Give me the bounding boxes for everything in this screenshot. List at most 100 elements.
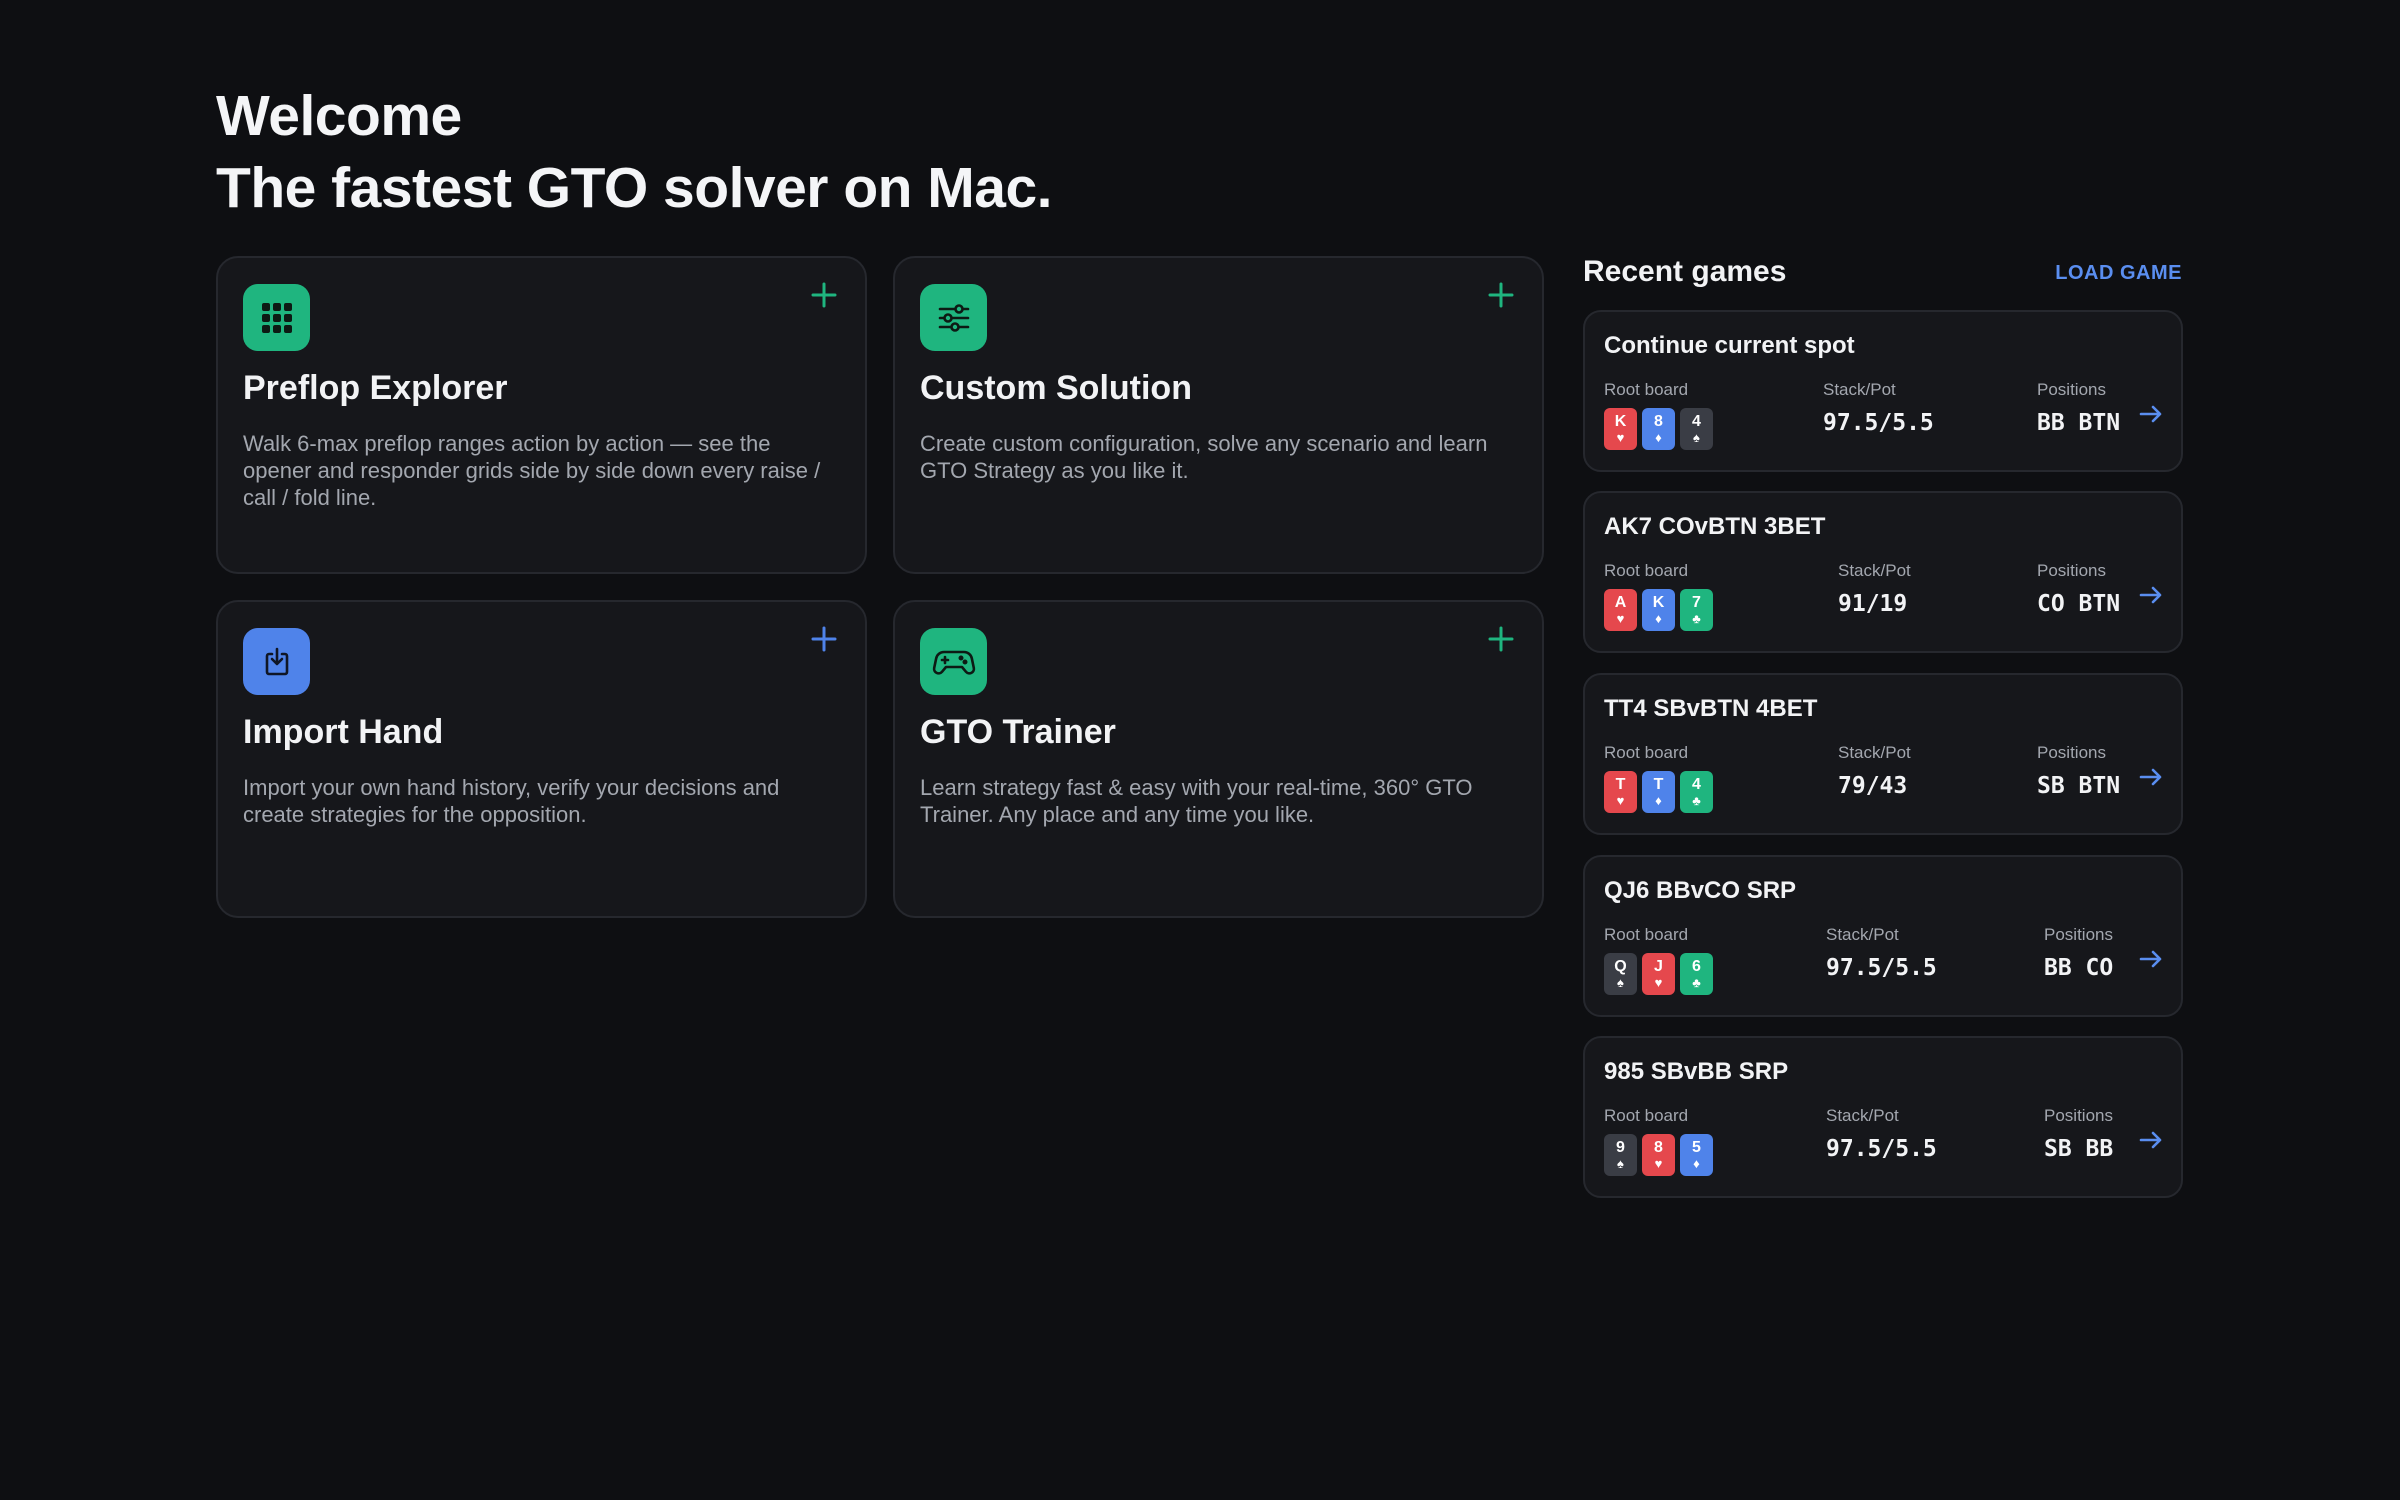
playing-card: 9 ♠ <box>1604 1134 1637 1176</box>
load-game-link[interactable]: LOAD GAME <box>2055 262 2182 285</box>
positions-value: SB BB <box>2044 1136 2114 1162</box>
positions-label: Positions <box>2044 1106 2113 1125</box>
positions-value: CO BTN <box>2037 591 2121 617</box>
playing-card: 7 ♣ <box>1680 589 1713 631</box>
game-title: TT4 SBvBTN 4BET <box>1604 695 1818 722</box>
board-cards: Q ♠ J ♥ 6 ♣ <box>1604 953 1713 995</box>
welcome-title: Welcome <box>216 84 462 148</box>
card-title: GTO Trainer <box>920 713 1116 751</box>
club-icon: ♣ <box>1692 975 1701 990</box>
card-description: Walk 6-max preflop ranges action by acti… <box>243 431 821 510</box>
import-hand-card[interactable]: Import Hand Import your own hand history… <box>216 600 867 918</box>
stack-pot-label: Stack/Pot <box>1826 925 1899 944</box>
arrow-right-icon[interactable] <box>2137 763 2165 791</box>
stack-pot-label: Stack/Pot <box>1823 380 1896 399</box>
playing-card: 4 ♣ <box>1680 771 1713 813</box>
stack-pot-value: 91/19 <box>1838 591 1908 617</box>
preflop-explorer-card[interactable]: Preflop Explorer Walk 6-max preflop rang… <box>216 256 867 574</box>
stack-pot-label: Stack/Pot <box>1838 561 1911 580</box>
arrow-right-icon[interactable] <box>2137 400 2165 428</box>
plus-icon[interactable] <box>809 624 839 654</box>
positions-label: Positions <box>2037 380 2106 399</box>
playing-card: 6 ♣ <box>1680 953 1713 995</box>
club-icon: ♣ <box>1692 611 1701 626</box>
stack-pot-value: 97.5/5.5 <box>1823 410 1934 436</box>
plus-icon[interactable] <box>809 280 839 310</box>
root-board-label: Root board <box>1604 743 1689 762</box>
root-board-label: Root board <box>1604 380 1689 399</box>
playing-card: T ♦ <box>1642 771 1675 813</box>
club-icon: ♣ <box>1692 793 1701 808</box>
game-title: QJ6 BBvCO SRP <box>1604 877 1797 904</box>
positions-value: SB BTN <box>2037 773 2121 799</box>
recent-games-title: Recent games <box>1583 255 1787 288</box>
root-board-label: Root board <box>1604 1106 1689 1125</box>
game-title: Continue current spot <box>1604 332 1855 359</box>
diamond-icon: ♦ <box>1693 1156 1700 1171</box>
card-title: Import Hand <box>243 713 444 751</box>
diamond-icon: ♦ <box>1655 793 1662 808</box>
stack-pot-label: Stack/Pot <box>1826 1106 1899 1125</box>
heart-icon: ♥ <box>1654 1156 1663 1171</box>
card-title: Custom Solution <box>920 369 1192 407</box>
arrow-right-icon[interactable] <box>2137 945 2165 973</box>
playing-card: Q ♠ <box>1604 953 1637 995</box>
heart-icon: ♥ <box>1616 793 1625 808</box>
stack-pot-label: Stack/Pot <box>1838 743 1911 762</box>
playing-card: 5 ♦ <box>1680 1134 1713 1176</box>
board-cards: A ♥ K ♦ 7 ♣ <box>1604 589 1713 631</box>
board-cards: 9 ♠ 8 ♥ 5 ♦ <box>1604 1134 1713 1176</box>
playing-card: A ♥ <box>1604 589 1637 631</box>
recent-game-item[interactable]: 985 SBvBB SRP Root board Stack/Pot Posit… <box>1583 1036 2183 1198</box>
diamond-icon: ♦ <box>1655 611 1662 626</box>
playing-card: T ♥ <box>1604 771 1637 813</box>
spade-icon: ♠ <box>1617 975 1624 990</box>
positions-label: Positions <box>2037 561 2106 580</box>
positions-label: Positions <box>2037 743 2106 762</box>
spade-icon: ♠ <box>1617 1156 1624 1171</box>
playing-card: 8 ♥ <box>1642 1134 1675 1176</box>
recent-game-item[interactable]: QJ6 BBvCO SRP Root board Stack/Pot Posit… <box>1583 855 2183 1017</box>
arrow-right-icon[interactable] <box>2137 581 2165 609</box>
positions-value: BB CO <box>2044 955 2114 981</box>
playing-card: J ♥ <box>1642 953 1675 995</box>
board-cards: K ♥ 8 ♦ 4 ♠ <box>1604 408 1713 450</box>
plus-icon[interactable] <box>1486 280 1516 310</box>
stack-pot-value: 97.5/5.5 <box>1826 955 1937 981</box>
stack-pot-value: 79/43 <box>1838 773 1908 799</box>
positions-label: Positions <box>2044 925 2113 944</box>
plus-icon[interactable] <box>1486 624 1516 654</box>
gamepad-icon <box>920 628 987 695</box>
heart-icon: ♥ <box>1654 975 1663 990</box>
playing-card: K ♦ <box>1642 589 1675 631</box>
heart-icon: ♥ <box>1616 430 1625 445</box>
grid-icon <box>243 284 310 351</box>
card-description: Learn strategy fast & easy with your rea… <box>920 775 1473 827</box>
game-title: 985 SBvBB SRP <box>1604 1058 1789 1085</box>
root-board-label: Root board <box>1604 561 1689 580</box>
recent-game-item[interactable]: TT4 SBvBTN 4BET Root board Stack/Pot Pos… <box>1583 673 2183 835</box>
root-board-label: Root board <box>1604 925 1689 944</box>
gto-trainer-card[interactable]: GTO Trainer Learn strategy fast & easy w… <box>893 600 1544 918</box>
stack-pot-value: 97.5/5.5 <box>1826 1136 1937 1162</box>
diamond-icon: ♦ <box>1655 430 1662 445</box>
positions-value: BB BTN <box>2037 410 2121 436</box>
tagline: The fastest GTO solver on Mac. <box>216 156 1053 220</box>
card-title: Preflop Explorer <box>243 369 508 407</box>
recent-game-item[interactable]: AK7 COvBTN 3BET Root board Stack/Pot Pos… <box>1583 491 2183 653</box>
playing-card: 4 ♠ <box>1680 408 1713 450</box>
playing-card: 8 ♦ <box>1642 408 1675 450</box>
card-description: Import your own hand history, verify you… <box>243 775 780 827</box>
sliders-icon <box>920 284 987 351</box>
recent-game-item[interactable]: Continue current spot Root board Stack/P… <box>1583 310 2183 472</box>
welcome-header: Welcome The fastest GTO solver on Mac. <box>216 80 1053 224</box>
custom-solution-card[interactable]: Custom Solution Create custom configurat… <box>893 256 1544 574</box>
spade-icon: ♠ <box>1693 430 1700 445</box>
card-description: Create custom configuration, solve any s… <box>920 431 1488 483</box>
import-icon <box>243 628 310 695</box>
playing-card: K ♥ <box>1604 408 1637 450</box>
arrow-right-icon[interactable] <box>2137 1126 2165 1154</box>
game-title: AK7 COvBTN 3BET <box>1604 513 1826 540</box>
heart-icon: ♥ <box>1616 611 1625 626</box>
board-cards: T ♥ T ♦ 4 ♣ <box>1604 771 1713 813</box>
